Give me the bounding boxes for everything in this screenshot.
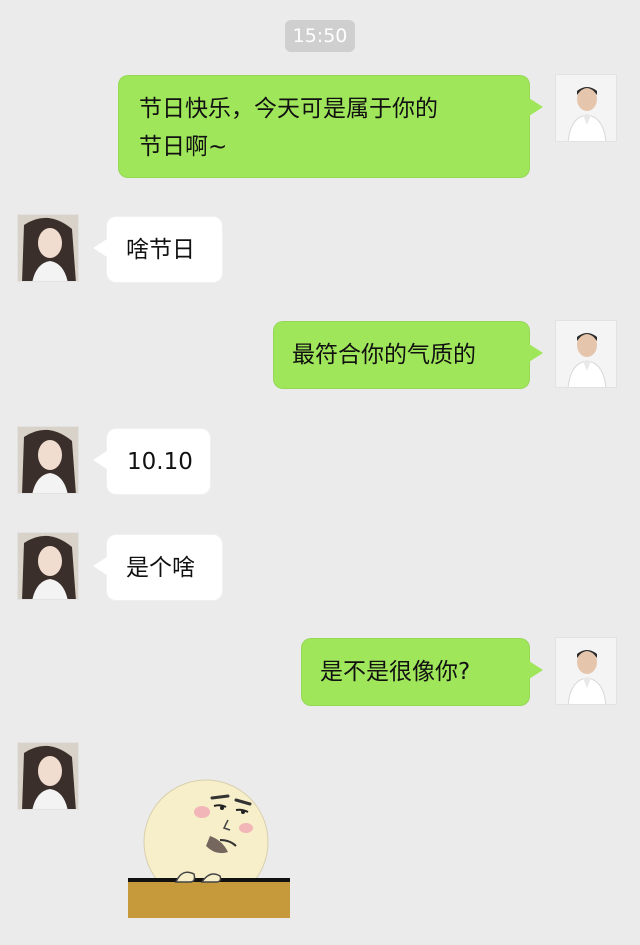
message-text: 最符合你的气质的 <box>292 342 476 368</box>
message-text: 是个啥 <box>126 555 195 581</box>
male-avatar-icon[interactable] <box>555 320 617 388</box>
message-text: 10.10 <box>127 449 193 475</box>
message-text: 啥节日 <box>126 237 195 263</box>
message-bubble-outgoing[interactable]: 最符合你的气质的 <box>273 321 543 389</box>
female-avatar-icon[interactable] <box>17 214 79 282</box>
message-text: 是不是很像你? <box>320 659 471 685</box>
message-bubble-outgoing[interactable]: 是不是很像你? <box>301 638 543 706</box>
male-avatar-icon[interactable] <box>555 637 617 705</box>
message-bubble-incoming[interactable]: 10.10 <box>93 428 211 495</box>
message-bubble-outgoing[interactable]: 节日快乐，今天可是属于你的 节日啊~ <box>118 75 543 178</box>
female-avatar-icon[interactable] <box>17 742 79 810</box>
chat-timestamp: 15:50 <box>285 20 355 52</box>
female-avatar-icon[interactable] <box>17 426 79 494</box>
chat-view: 15:50 节日快乐，今天可是属于你的 节日啊~ 啥节日 最符合你的气质的 10… <box>0 0 640 945</box>
message-bubble-incoming[interactable]: 啥节日 <box>93 216 223 283</box>
female-avatar-icon[interactable] <box>17 532 79 600</box>
message-text: 节日快乐，今天可是属于你的 节日啊~ <box>139 96 438 160</box>
message-bubble-incoming[interactable]: 是个啥 <box>93 534 223 601</box>
meme-sticker-icon[interactable] <box>124 770 294 920</box>
male-avatar-icon[interactable] <box>555 74 617 142</box>
